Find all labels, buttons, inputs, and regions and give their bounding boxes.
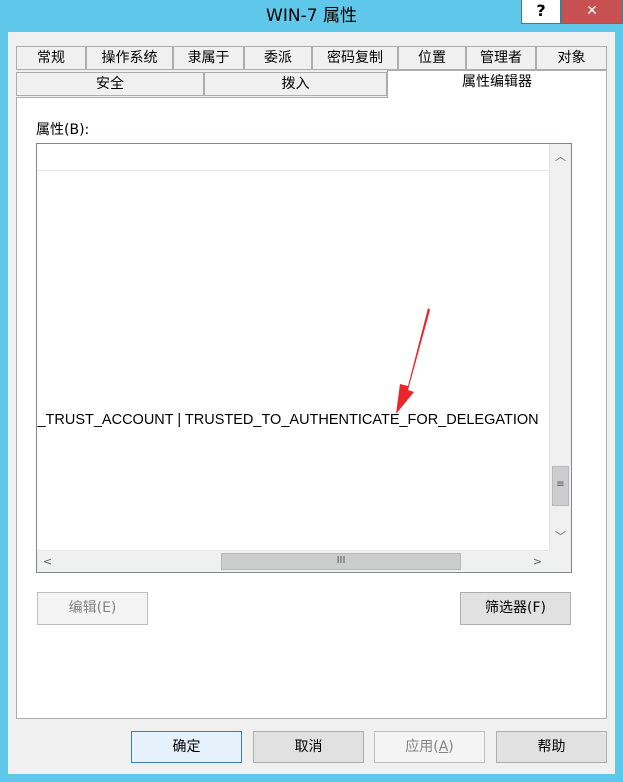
tab-managed-by[interactable]: 管理者: [466, 46, 536, 70]
vertical-scroll-thumb[interactable]: ≡: [552, 466, 569, 506]
tab-location[interactable]: 位置: [398, 46, 466, 70]
tab-general[interactable]: 常规: [16, 46, 86, 70]
scroll-right-icon[interactable]: >: [527, 551, 548, 572]
apply-button[interactable]: 应用(A): [374, 731, 485, 763]
vertical-scrollbar[interactable]: ︿ ≡ ﹀: [549, 144, 571, 550]
tab-attribute-editor[interactable]: 属性编辑器: [387, 70, 607, 98]
tab-member-of[interactable]: 隶属于: [173, 46, 244, 70]
tab-operating-system[interactable]: 操作系统: [86, 46, 173, 70]
help-title-button[interactable]: ?: [521, 0, 561, 24]
annotation-arrow-shape: [396, 308, 430, 414]
horizontal-scrollbar[interactable]: < III >: [37, 550, 549, 572]
list-header-row: [37, 144, 549, 171]
scroll-left-icon[interactable]: <: [37, 551, 58, 572]
tab-security[interactable]: 安全: [16, 72, 204, 96]
tab-password-replication[interactable]: 密码复制: [312, 46, 398, 70]
attributes-label: 属性(B):: [36, 122, 90, 138]
properties-window: WIN-7 属性 ? ✕ 常规 操作系统 隶属于 委派 密码复制 位置 管理者 …: [0, 0, 623, 782]
ok-button[interactable]: 确定: [131, 731, 242, 763]
cancel-button[interactable]: 取消: [253, 731, 364, 763]
filter-button[interactable]: 筛选器(F): [460, 592, 571, 625]
attribute-row-useraccountcontrol[interactable]: N_TRUST_ACCOUNT | TRUSTED_TO_AUTHENTICAT…: [37, 412, 539, 428]
scrollbar-corner: [549, 550, 571, 572]
attributes-listbox[interactable]: N_TRUST_ACCOUNT | TRUSTED_TO_AUTHENTICAT…: [36, 143, 572, 573]
tab-dial-in[interactable]: 拨入: [204, 72, 387, 96]
tab-object[interactable]: 对象: [536, 46, 607, 70]
close-title-button[interactable]: ✕: [561, 0, 623, 24]
apply-label-prefix: 应用(: [405, 739, 439, 755]
scroll-up-icon[interactable]: ︿: [550, 146, 571, 168]
annotation-arrow-icon: [396, 308, 430, 414]
scroll-down-icon[interactable]: ﹀: [550, 526, 571, 548]
apply-label-suffix: ): [448, 739, 454, 755]
apply-access-key: A: [438, 739, 449, 755]
help-button[interactable]: 帮助: [496, 731, 607, 763]
edit-button[interactable]: 编辑(E): [37, 592, 148, 625]
tab-delegation[interactable]: 委派: [244, 46, 312, 70]
horizontal-scroll-thumb[interactable]: III: [221, 553, 461, 570]
